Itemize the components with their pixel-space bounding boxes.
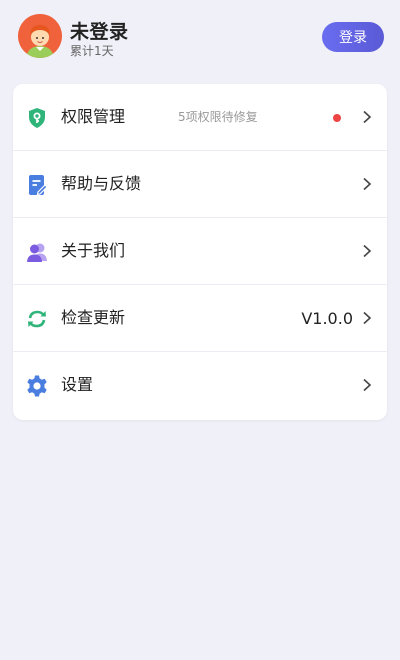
chevron-right-icon (363, 311, 372, 325)
people-icon (27, 243, 47, 262)
chevron-right-icon (363, 244, 372, 258)
username: 未登录 (70, 21, 129, 43)
login-button[interactable]: 登录 (322, 22, 384, 52)
menu-label: 帮助与反馈 (61, 174, 142, 193)
menu-item-about-us[interactable]: 关于我们 (13, 218, 387, 285)
notification-dot (333, 114, 341, 122)
chevron-right-icon (363, 378, 372, 392)
usage-days: 累计1天 (70, 44, 114, 58)
permission-status: 5项权限待修复 (178, 110, 258, 124)
chevron-right-icon (363, 110, 372, 124)
menu-item-help-feedback[interactable]: 帮助与反馈 (13, 151, 387, 218)
menu-label: 设置 (61, 375, 94, 394)
menu-item-check-update[interactable]: 检查更新 V1.0.0 (13, 285, 387, 352)
gear-icon (27, 375, 47, 397)
menu-label: 关于我们 (61, 241, 126, 260)
menu-item-settings[interactable]: 设置 (13, 352, 387, 419)
refresh-icon (28, 310, 46, 328)
menu-item-permissions[interactable]: 权限管理 5项权限待修复 (13, 84, 387, 151)
avatar[interactable] (18, 14, 62, 58)
user-header: 未登录 累计1天 登录 (0, 0, 400, 80)
shield-key-icon (29, 108, 45, 128)
menu-label: 检查更新 (61, 308, 126, 327)
app-version: V1.0.0 (301, 309, 353, 328)
feedback-doc-icon (29, 175, 48, 196)
chevron-right-icon (363, 177, 372, 191)
menu-card: 权限管理 5项权限待修复 帮助与反馈 关于我们 检查更新 V1.0.0 设置 (13, 84, 387, 420)
menu-label: 权限管理 (61, 107, 126, 126)
